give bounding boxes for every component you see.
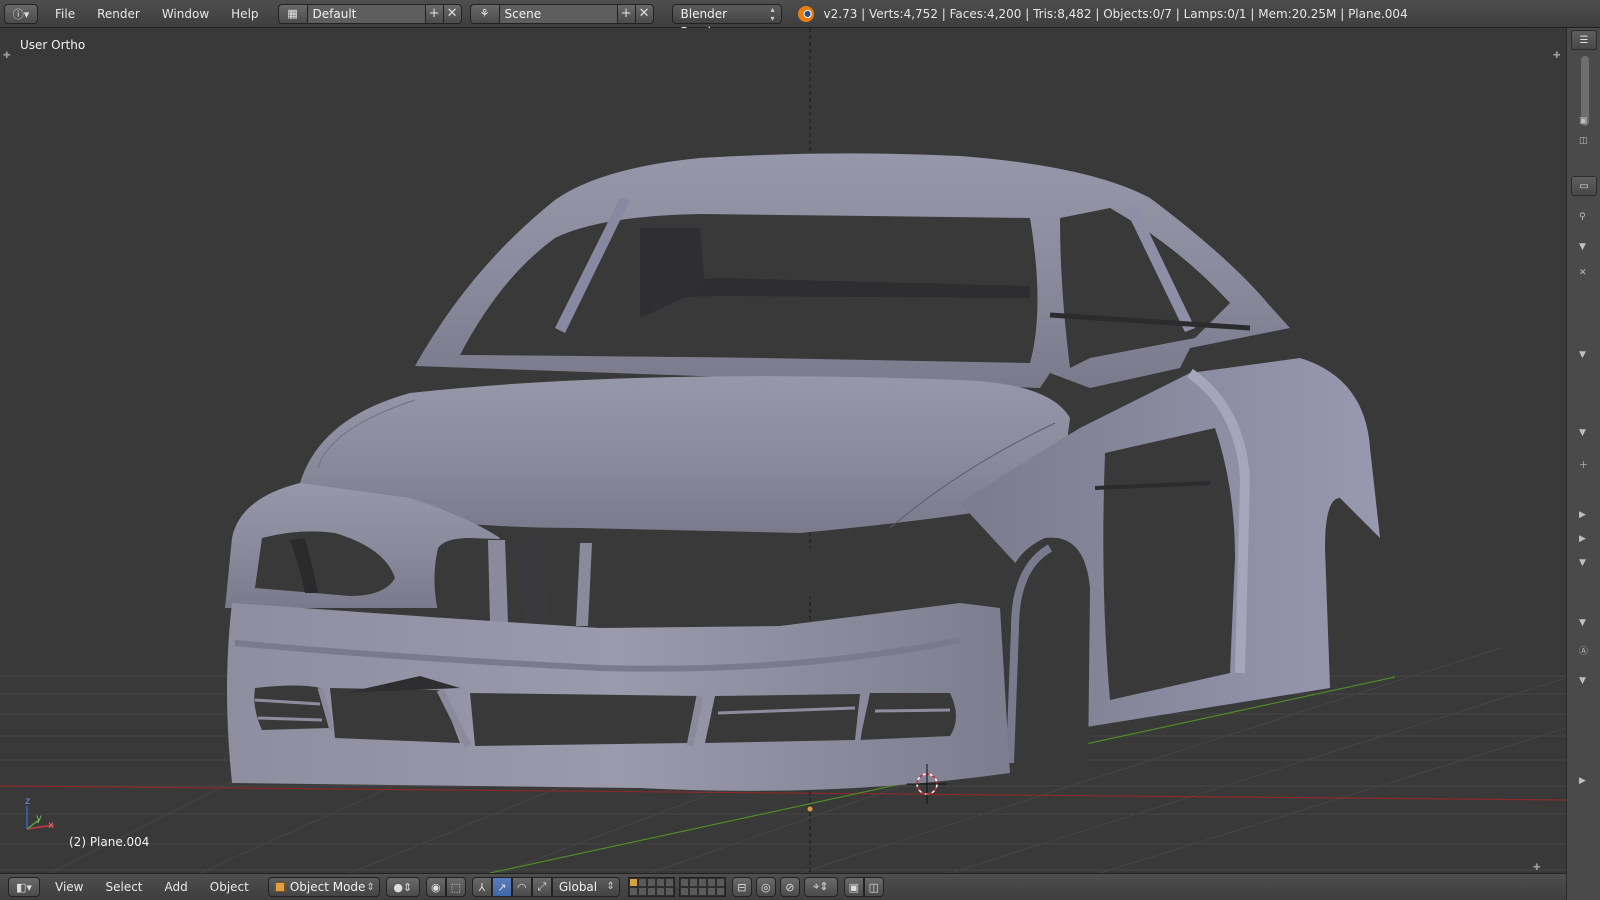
panel-expand-icon[interactable]: ▶ (1579, 534, 1586, 544)
menu-help[interactable]: Help (220, 3, 269, 25)
panel-expand-icon[interactable]: ▶ (1579, 510, 1586, 520)
camera-icon[interactable]: ◫ (863, 877, 884, 897)
render-group: ▣ ◫ (843, 877, 884, 897)
panel-expand-icon[interactable]: ▶ (1579, 776, 1586, 786)
manipulator-group: ⅄ ↗ ◠ ⤢ Global (471, 877, 620, 897)
snap-element-select[interactable]: ⌖⇕ (803, 877, 838, 897)
pivot-group: ◉ ⬚ (425, 877, 466, 897)
axis-label-x: x (48, 820, 54, 831)
editor-type-button[interactable]: ⓘ▾ (4, 3, 38, 24)
bottom-right-corner-handle[interactable]: ✚ (1533, 864, 1541, 873)
menu-add[interactable]: Add (154, 880, 199, 894)
info-editor-icon: ⓘ▾ (12, 7, 30, 21)
render-engine-select[interactable]: Blender Render (671, 3, 782, 39)
solid-shading-icon: ●⇕ (393, 880, 413, 894)
blender-logo-icon (797, 5, 814, 22)
properties-strip: ☰ ▭ ▣ ◫ ⚲ ▼ ✕ ▼ ▼ ＋ ▶ ▶ ▼ ▼ Ⓐ ▼ ▶ (1566, 28, 1600, 900)
menu-window[interactable]: Window (151, 3, 220, 25)
proportional-edit-icon[interactable]: ◎ (755, 877, 776, 897)
layer-block-2[interactable] (678, 877, 726, 897)
pivot-icon[interactable]: ◉ (425, 877, 446, 897)
axis-label-y: y (36, 813, 42, 824)
scene-statistics: v2.73 | Verts:4,752 | Faces:4,200 | Tris… (823, 6, 1408, 21)
viewport-header: ◧▾ View Select Add Object Object Mode ●⇕… (0, 873, 1566, 900)
add-layout-button[interactable]: + (425, 3, 444, 24)
scene-icon[interactable]: ⚘ (469, 3, 500, 24)
3d-viewport[interactable]: z y x User Ortho (2) Plane.004 ✚ ✚ ✚ (0, 28, 1566, 873)
panel-collapse-icon[interactable]: ▼ (1579, 618, 1586, 628)
panel-collapse-icon[interactable]: ▼ (1579, 350, 1586, 360)
scene-layers (627, 877, 726, 897)
cube-icon (274, 882, 285, 892)
delete-layout-button[interactable]: ✕ (443, 3, 462, 24)
panel-collapse-icon[interactable]: ▼ (1579, 676, 1586, 686)
panel-collapse-icon[interactable]: ▼ (1579, 558, 1586, 568)
3d-view-icon: ◧▾ (16, 880, 32, 894)
menu-select[interactable]: Select (94, 880, 153, 894)
camera-icon[interactable]: ◫ (1579, 136, 1588, 146)
lock-camera-icon[interactable]: ⊟ (731, 877, 752, 897)
properties-editor-icon[interactable]: ▭ (1571, 176, 1597, 196)
layer-block-1[interactable] (627, 877, 675, 897)
scene-field[interactable]: Scene (499, 3, 618, 24)
menu-file[interactable]: File (44, 3, 86, 25)
close-icon[interactable]: ✕ (1579, 268, 1587, 278)
menu-view[interactable]: View (44, 880, 94, 894)
top-right-corner-handle[interactable]: ✚ (1553, 52, 1561, 61)
scene-selector: ⚘ Scene + ✕ (469, 3, 654, 24)
manipulator-icon[interactable]: ⅄ (471, 877, 492, 897)
scale-icon[interactable]: ⤢ (531, 877, 552, 897)
active-object-label: (2) Plane.004 (69, 835, 150, 849)
zoom-plus-icon[interactable]: ＋ (1579, 458, 1588, 471)
text-icon[interactable]: Ⓐ (1579, 644, 1588, 657)
info-header: ⓘ▾ File Render Window Help ▦ Default + ✕… (0, 0, 1600, 39)
object-origin[interactable] (807, 806, 813, 812)
car-body-mesh[interactable] (225, 153, 1380, 791)
panel-collapse-icon[interactable]: ▼ (1579, 428, 1586, 438)
translate-icon[interactable]: ↗ (491, 877, 512, 897)
menu-render[interactable]: Render (86, 3, 151, 25)
limit-selection-icon[interactable]: ⬚ (445, 877, 466, 897)
pin-icon[interactable]: ⚲ (1579, 212, 1586, 222)
rotate-icon[interactable]: ◠ (511, 877, 532, 897)
add-scene-button[interactable]: + (617, 3, 636, 24)
viewport-editor-type-button[interactable]: ◧▾ (8, 877, 40, 897)
screen-layout-field[interactable]: Default (307, 3, 426, 24)
interaction-mode-label: Object Mode (289, 880, 366, 894)
interaction-mode-select[interactable]: Object Mode (267, 877, 380, 897)
delete-scene-button[interactable]: ✕ (635, 3, 654, 24)
snap-icon[interactable]: ⊘ (779, 877, 800, 897)
menu-object[interactable]: Object (199, 880, 260, 894)
panel-collapse-icon[interactable]: ▼ (1579, 242, 1586, 252)
render-icon[interactable]: ▣ (843, 877, 864, 897)
viewport-canvas[interactable] (0, 28, 1566, 873)
screen-layout-selector: ▦ Default + ✕ (277, 3, 462, 24)
top-left-corner-handle[interactable]: ✚ (3, 52, 11, 61)
viewport-shading-select[interactable]: ●⇕ (385, 877, 420, 897)
render-icon[interactable]: ▣ (1579, 116, 1588, 126)
transform-orientation-select[interactable]: Global (551, 877, 620, 897)
axis-label-z: z (25, 796, 31, 807)
layout-icon[interactable]: ▦ (277, 3, 308, 24)
outliner-editor-icon[interactable]: ☰ (1571, 30, 1597, 50)
view-label: User Ortho (20, 38, 86, 52)
